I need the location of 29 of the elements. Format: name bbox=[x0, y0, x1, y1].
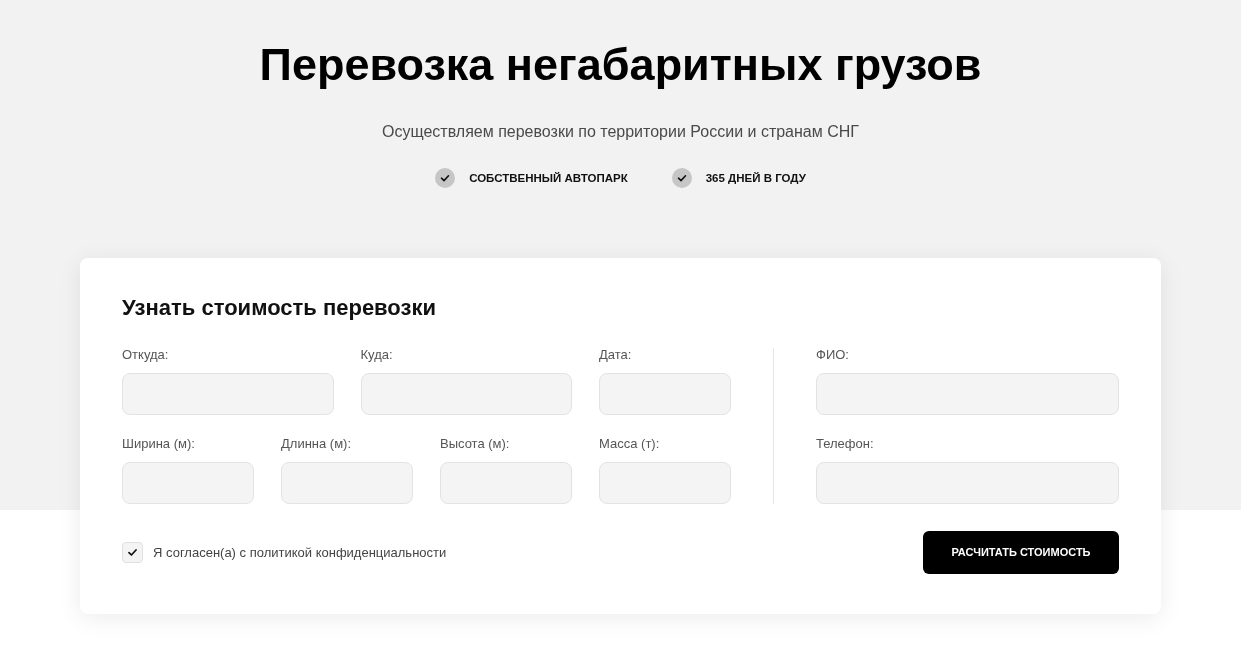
field-label: ФИО: bbox=[816, 346, 850, 364]
form-title: Узнать стоимость перевозки bbox=[122, 294, 437, 322]
field-label: Телефон: bbox=[816, 435, 875, 453]
checkbox[interactable] bbox=[122, 542, 143, 563]
feature-label: 365 ДНЕЙ В ГОДУ bbox=[705, 171, 806, 186]
input-field[interactable] bbox=[122, 462, 254, 504]
calculate-button[interactable]: РАСЧИТАТЬ СТОИМОСТЬ bbox=[923, 531, 1119, 574]
consent-label: Я согласен(а) с политикой конфиденциальности bbox=[153, 543, 447, 562]
input-field[interactable] bbox=[360, 373, 572, 415]
field-label: Ширина (м): bbox=[122, 435, 196, 453]
input-field[interactable] bbox=[599, 462, 731, 504]
check-icon bbox=[128, 549, 137, 556]
feature-label: СОБСТВЕННЫЙ АВТОПАРК bbox=[469, 171, 628, 186]
input-field[interactable] bbox=[816, 373, 1119, 415]
input-field[interactable] bbox=[599, 373, 731, 415]
check-icon bbox=[671, 168, 692, 188]
input-field[interactable] bbox=[122, 373, 334, 415]
page-subtitle: Осуществляем перевозки по территории России и странам СНГ bbox=[382, 122, 859, 142]
field-label: Дата: bbox=[599, 346, 633, 364]
check-icon bbox=[435, 168, 456, 188]
field-label: Длинна (м): bbox=[281, 435, 353, 453]
field-label: Высота (м): bbox=[440, 435, 511, 453]
field-label: Откуда: bbox=[122, 346, 170, 364]
page-title: Перевозка негабаритных грузов bbox=[259, 38, 982, 92]
field-label: Масса (т): bbox=[599, 435, 661, 453]
input-field[interactable] bbox=[440, 462, 572, 504]
field-label: Куда: bbox=[360, 346, 394, 364]
input-field[interactable] bbox=[281, 462, 413, 504]
input-field[interactable] bbox=[816, 462, 1119, 504]
